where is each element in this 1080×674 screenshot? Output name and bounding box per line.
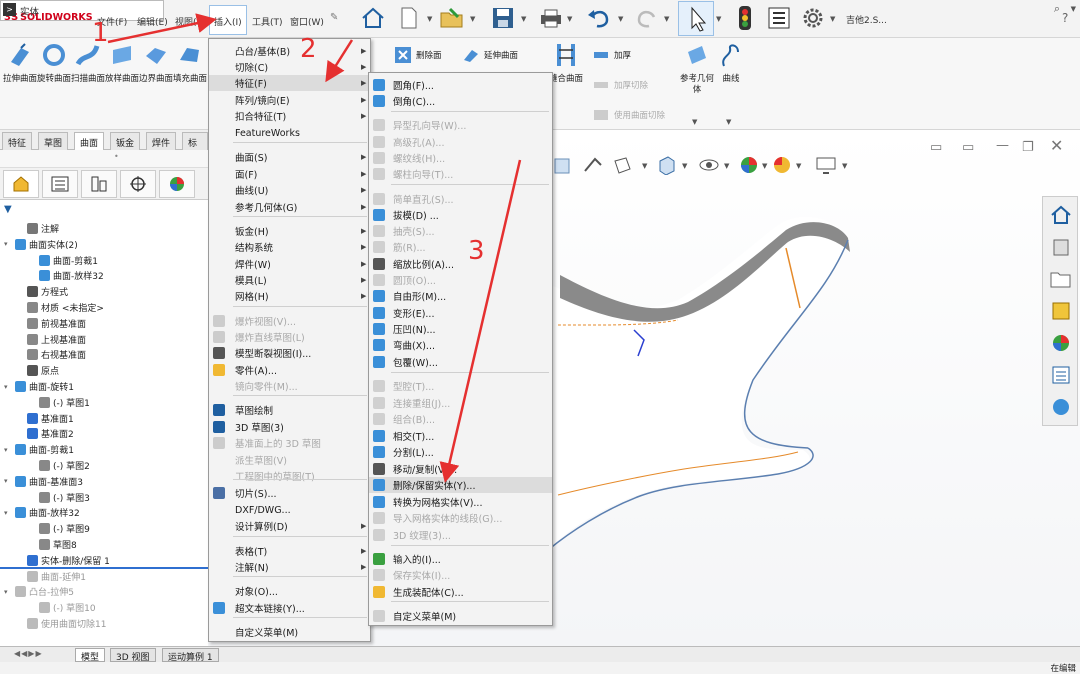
annotation-step-3: 3 [468, 236, 485, 266]
annotation-step-2: 2 [300, 34, 317, 64]
annotation-step-1: 1 [92, 18, 109, 48]
annotation-arrows [107, 13, 522, 483]
